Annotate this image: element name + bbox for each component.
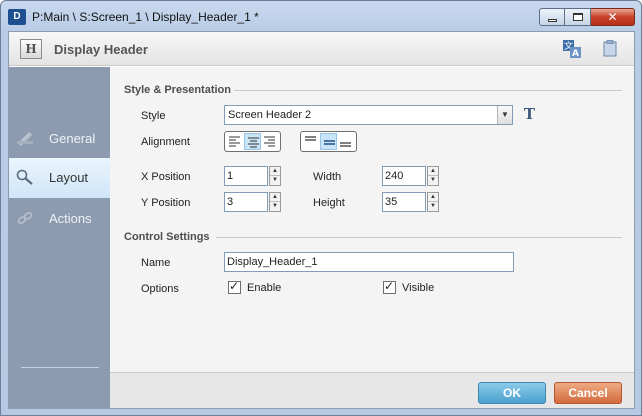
minimize-icon [548,19,557,22]
sidebar-item-general[interactable]: General [9,119,110,159]
alignment-label: Alignment [141,136,190,148]
checkmark-icon: ✓ [229,279,240,293]
options-label: Options [141,283,179,295]
align-right-button[interactable] [261,133,279,150]
chain-link-icon [17,212,33,224]
dialog-footer: OK Cancel [110,372,634,408]
font-button[interactable]: T [520,105,539,124]
ok-button[interactable]: OK [478,382,546,404]
chevron-down-icon[interactable]: ▼ [270,176,280,185]
layout-panel: Style & Presentation Style Screen Header… [110,67,634,372]
window-controls: ✕ [539,8,635,28]
chevron-down-icon[interactable]: ▼ [428,202,438,211]
chevron-down-icon[interactable]: ▼ [270,202,280,211]
align-middle-button[interactable] [319,133,338,150]
sidebar-item-actions[interactable]: Actions [9,199,110,239]
visible-checkbox[interactable]: ✓ [383,279,396,294]
style-dropdown-value: Screen Header 2 [228,109,312,121]
enable-label: Enable [247,282,282,294]
section-divider [234,90,622,91]
clipboard-icon[interactable] [603,40,617,57]
chevron-down-icon[interactable]: ▼ [497,106,512,124]
app-icon: D [8,9,26,25]
style-label: Style [141,110,166,122]
y-position-spin: ▲ ▼ [269,192,281,212]
minimize-button[interactable] [539,8,565,26]
style-dropdown[interactable]: Screen Header 2 ▼ [224,105,513,125]
height-input[interactable]: 35 [382,192,426,212]
magnifier-icon [16,169,33,185]
sidebar-item-layout[interactable]: Layout [9,158,110,198]
y-position-label: Y Position [141,197,191,209]
vertical-alignment-group [300,131,357,152]
section-divider [216,237,622,238]
enable-checkbox[interactable]: ✓ [228,279,241,294]
height-spin: ▲ ▼ [427,192,439,212]
chevron-up-icon[interactable]: ▲ [270,193,280,202]
svg-text:A: A [572,49,579,59]
align-middle-icon [323,140,335,145]
y-position-input[interactable]: 3 [224,192,268,212]
cancel-button[interactable]: Cancel [554,382,622,404]
chevron-down-icon[interactable]: ▼ [428,176,438,185]
chevron-up-icon[interactable]: ▲ [270,167,280,176]
dialog-window: D P:Main \ S:Screen_1 \ Display_Header_1… [0,0,642,416]
chevron-up-icon[interactable]: ▲ [428,193,438,202]
x-position-label: X Position [141,171,191,183]
align-left-button[interactable] [226,133,244,150]
align-bottom-icon [340,142,352,147]
header-type-icon: H [20,39,42,59]
horizontal-alignment-group [224,131,281,152]
sidebar-item-label: Layout [49,170,89,185]
align-center-button[interactable] [243,133,262,150]
close-icon: ✕ [607,10,618,24]
width-label: Width [313,171,342,183]
visible-label: Visible [402,282,435,294]
sidebar-item-label: General [49,131,96,146]
section-title-style: Style & Presentation [124,84,231,96]
maximize-icon [573,13,583,21]
align-center-icon [247,137,259,148]
sidebar-item-label: Actions [49,211,92,226]
chevron-up-icon[interactable]: ▲ [428,167,438,176]
sidebar: General Layout Actions [9,67,110,408]
width-spin: ▲ ▼ [427,166,439,186]
width-input[interactable]: 240 [382,166,426,186]
name-input[interactable]: Display_Header_1 [224,252,514,272]
dialog-header: H Display Header 文 A [9,32,634,66]
dialog-client: H Display Header 文 A General Layout Acti… [8,31,635,409]
x-position-input[interactable]: 1 [224,166,268,186]
translate-icon[interactable]: 文 A [562,39,582,59]
align-left-icon [229,136,240,147]
close-button[interactable]: ✕ [591,8,635,26]
align-top-button[interactable] [302,133,320,150]
maximize-button[interactable] [565,8,591,26]
align-right-icon [264,136,276,147]
name-label: Name [141,257,171,269]
x-position-spin: ▲ ▼ [269,166,281,186]
section-title-control: Control Settings [124,231,210,243]
height-label: Height [313,197,345,209]
window-title: P:Main \ S:Screen_1 \ Display_Header_1 * [32,10,259,24]
pencil-ruler-icon [17,132,33,146]
title-bar[interactable]: D P:Main \ S:Screen_1 \ Display_Header_1… [1,1,641,31]
sidebar-divider [21,367,99,368]
align-top-icon [305,136,316,141]
page-title: Display Header [54,42,148,57]
align-bottom-button[interactable] [337,133,355,150]
checkmark-icon: ✓ [384,279,395,293]
